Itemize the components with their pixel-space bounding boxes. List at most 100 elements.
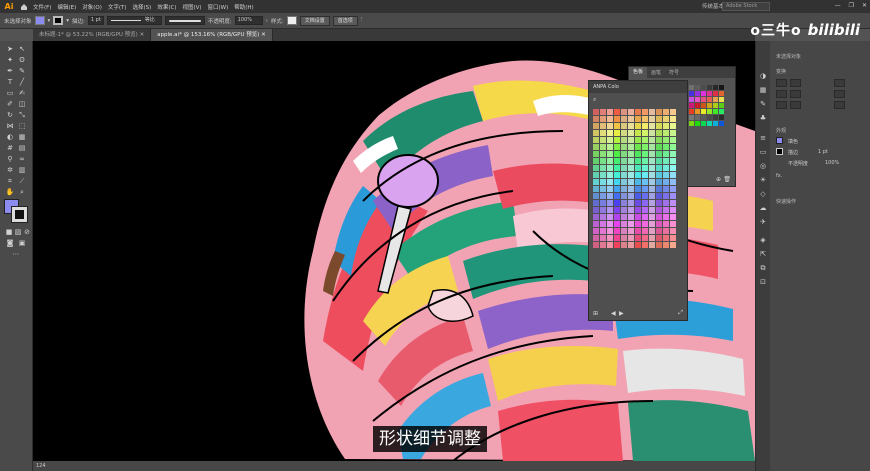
color-swatch[interactable]: [614, 186, 620, 192]
hand-tool-icon[interactable]: ✋: [5, 187, 15, 197]
color-swatch[interactable]: [701, 115, 706, 120]
color-swatch[interactable]: [614, 151, 620, 157]
color-swatch[interactable]: [649, 109, 655, 115]
color-swatch[interactable]: [663, 221, 669, 227]
color-swatch[interactable]: [642, 130, 648, 136]
fill-swatch[interactable]: [34, 16, 45, 25]
color-swatch[interactable]: [642, 179, 648, 185]
color-swatch[interactable]: [642, 221, 648, 227]
color-swatch[interactable]: [607, 207, 613, 213]
color-swatch[interactable]: [635, 151, 641, 157]
color-swatch[interactable]: [670, 116, 676, 122]
transform-field[interactable]: [834, 90, 845, 98]
minimize-button[interactable]: —: [835, 2, 841, 9]
color-swatch[interactable]: [593, 172, 599, 178]
tab-swatches[interactable]: 色板: [629, 67, 648, 78]
color-swatch[interactable]: [593, 221, 599, 227]
color-swatch[interactable]: [628, 123, 634, 129]
direct-selection-tool-icon[interactable]: ↖: [17, 44, 27, 54]
curvature-icon[interactable]: ✎: [17, 66, 27, 76]
color-swatch[interactable]: [614, 123, 620, 129]
color-swatch[interactable]: [642, 137, 648, 143]
color-swatch[interactable]: [607, 158, 613, 164]
tab-untitled[interactable]: 未标题-1* @ 53.22% (RGB/GPU 预览) ✕: [33, 29, 152, 41]
color-swatch[interactable]: [600, 130, 606, 136]
color-swatch[interactable]: [593, 193, 599, 199]
transform-field[interactable]: [776, 101, 787, 109]
color-swatch[interactable]: [649, 242, 655, 248]
color-swatch[interactable]: [649, 172, 655, 178]
width-tool-icon[interactable]: ⋈: [5, 121, 15, 131]
opacity-value[interactable]: 100%: [825, 160, 839, 166]
color-swatch[interactable]: [600, 151, 606, 157]
color-swatch[interactable]: [656, 158, 662, 164]
color-swatch[interactable]: [621, 200, 627, 206]
color-swatch[interactable]: [649, 158, 655, 164]
gradient-icon[interactable]: ▤: [17, 143, 27, 153]
stroke-weight[interactable]: 1 pt: [818, 149, 828, 155]
color-swatch[interactable]: [635, 109, 641, 115]
color-swatch[interactable]: [607, 172, 613, 178]
color-swatch[interactable]: [593, 116, 599, 122]
color-swatch[interactable]: [593, 165, 599, 171]
color-swatch[interactable]: [600, 179, 606, 185]
color-swatch[interactable]: [689, 103, 694, 108]
brush-definition[interactable]: [164, 16, 205, 25]
color-swatch[interactable]: [635, 172, 641, 178]
color-swatch[interactable]: [656, 221, 662, 227]
color-swatch[interactable]: [607, 165, 613, 171]
appearance-panel-icon[interactable]: ☀: [758, 175, 768, 185]
color-swatch[interactable]: [707, 121, 712, 126]
color-swatch[interactable]: [689, 121, 694, 126]
color-swatch[interactable]: [713, 109, 718, 114]
color-swatch[interactable]: [649, 123, 655, 129]
stroke-weight-input[interactable]: 1 pt: [87, 16, 104, 25]
color-swatch[interactable]: [628, 172, 634, 178]
color-swatch[interactable]: [663, 130, 669, 136]
color-swatch[interactable]: [614, 144, 620, 150]
color-swatch[interactable]: [649, 193, 655, 199]
color-swatch[interactable]: [600, 109, 606, 115]
swatch-panel-icon[interactable]: ▦: [758, 85, 768, 95]
color-swatch[interactable]: [600, 172, 606, 178]
prev-icon[interactable]: ◀: [611, 310, 616, 317]
color-swatch[interactable]: [656, 137, 662, 143]
color-swatch[interactable]: [663, 123, 669, 129]
eyedropper-icon[interactable]: ⚲: [5, 154, 15, 164]
color-swatch[interactable]: [670, 179, 676, 185]
color-swatch[interactable]: [695, 97, 700, 102]
color-swatch[interactable]: [707, 109, 712, 114]
color-swatch[interactable]: [656, 123, 662, 129]
draw-mode-icon[interactable]: ◙: [5, 238, 15, 248]
color-swatch[interactable]: [701, 85, 706, 90]
color-swatch[interactable]: [600, 116, 606, 122]
color-swatch[interactable]: [649, 144, 655, 150]
free-transform-icon[interactable]: ⬚: [17, 121, 27, 131]
library-icon[interactable]: ⊞: [593, 310, 598, 317]
color-swatch[interactable]: [713, 85, 718, 90]
color-swatch[interactable]: [642, 242, 648, 248]
color-swatch[interactable]: [695, 109, 700, 114]
color-swatch[interactable]: [614, 179, 620, 185]
color-swatch[interactable]: [642, 235, 648, 241]
pen-tool-icon[interactable]: ✒: [5, 66, 15, 76]
opacity-input[interactable]: 100%: [234, 16, 263, 25]
color-swatch[interactable]: [713, 115, 718, 120]
selection-tool-icon[interactable]: ➤: [5, 44, 15, 54]
color-swatch[interactable]: [621, 130, 627, 136]
transform-field[interactable]: [776, 79, 787, 87]
align-icon[interactable]: ⫶: [361, 17, 362, 24]
none-mode-icon[interactable]: ⊘: [22, 227, 32, 237]
transform-field[interactable]: [790, 79, 801, 87]
color-swatch[interactable]: [642, 193, 648, 199]
shaper-icon[interactable]: ✐: [5, 99, 15, 109]
color-swatch[interactable]: [614, 193, 620, 199]
artboard-canvas[interactable]: 色板 画笔 符号 ⊞ ⊕ 🗑 ANPA Colo ⌕ ⊞ ◀ ▶ ⤢: [33, 41, 755, 461]
color-swatch[interactable]: [607, 109, 613, 115]
color-swatch[interactable]: [663, 172, 669, 178]
zoom-level[interactable]: 124: [36, 463, 46, 469]
color-swatch[interactable]: [649, 200, 655, 206]
color-swatch[interactable]: [621, 207, 627, 213]
color-swatch[interactable]: [607, 130, 613, 136]
edit-toolbar-icon[interactable]: ⋯: [11, 249, 21, 259]
